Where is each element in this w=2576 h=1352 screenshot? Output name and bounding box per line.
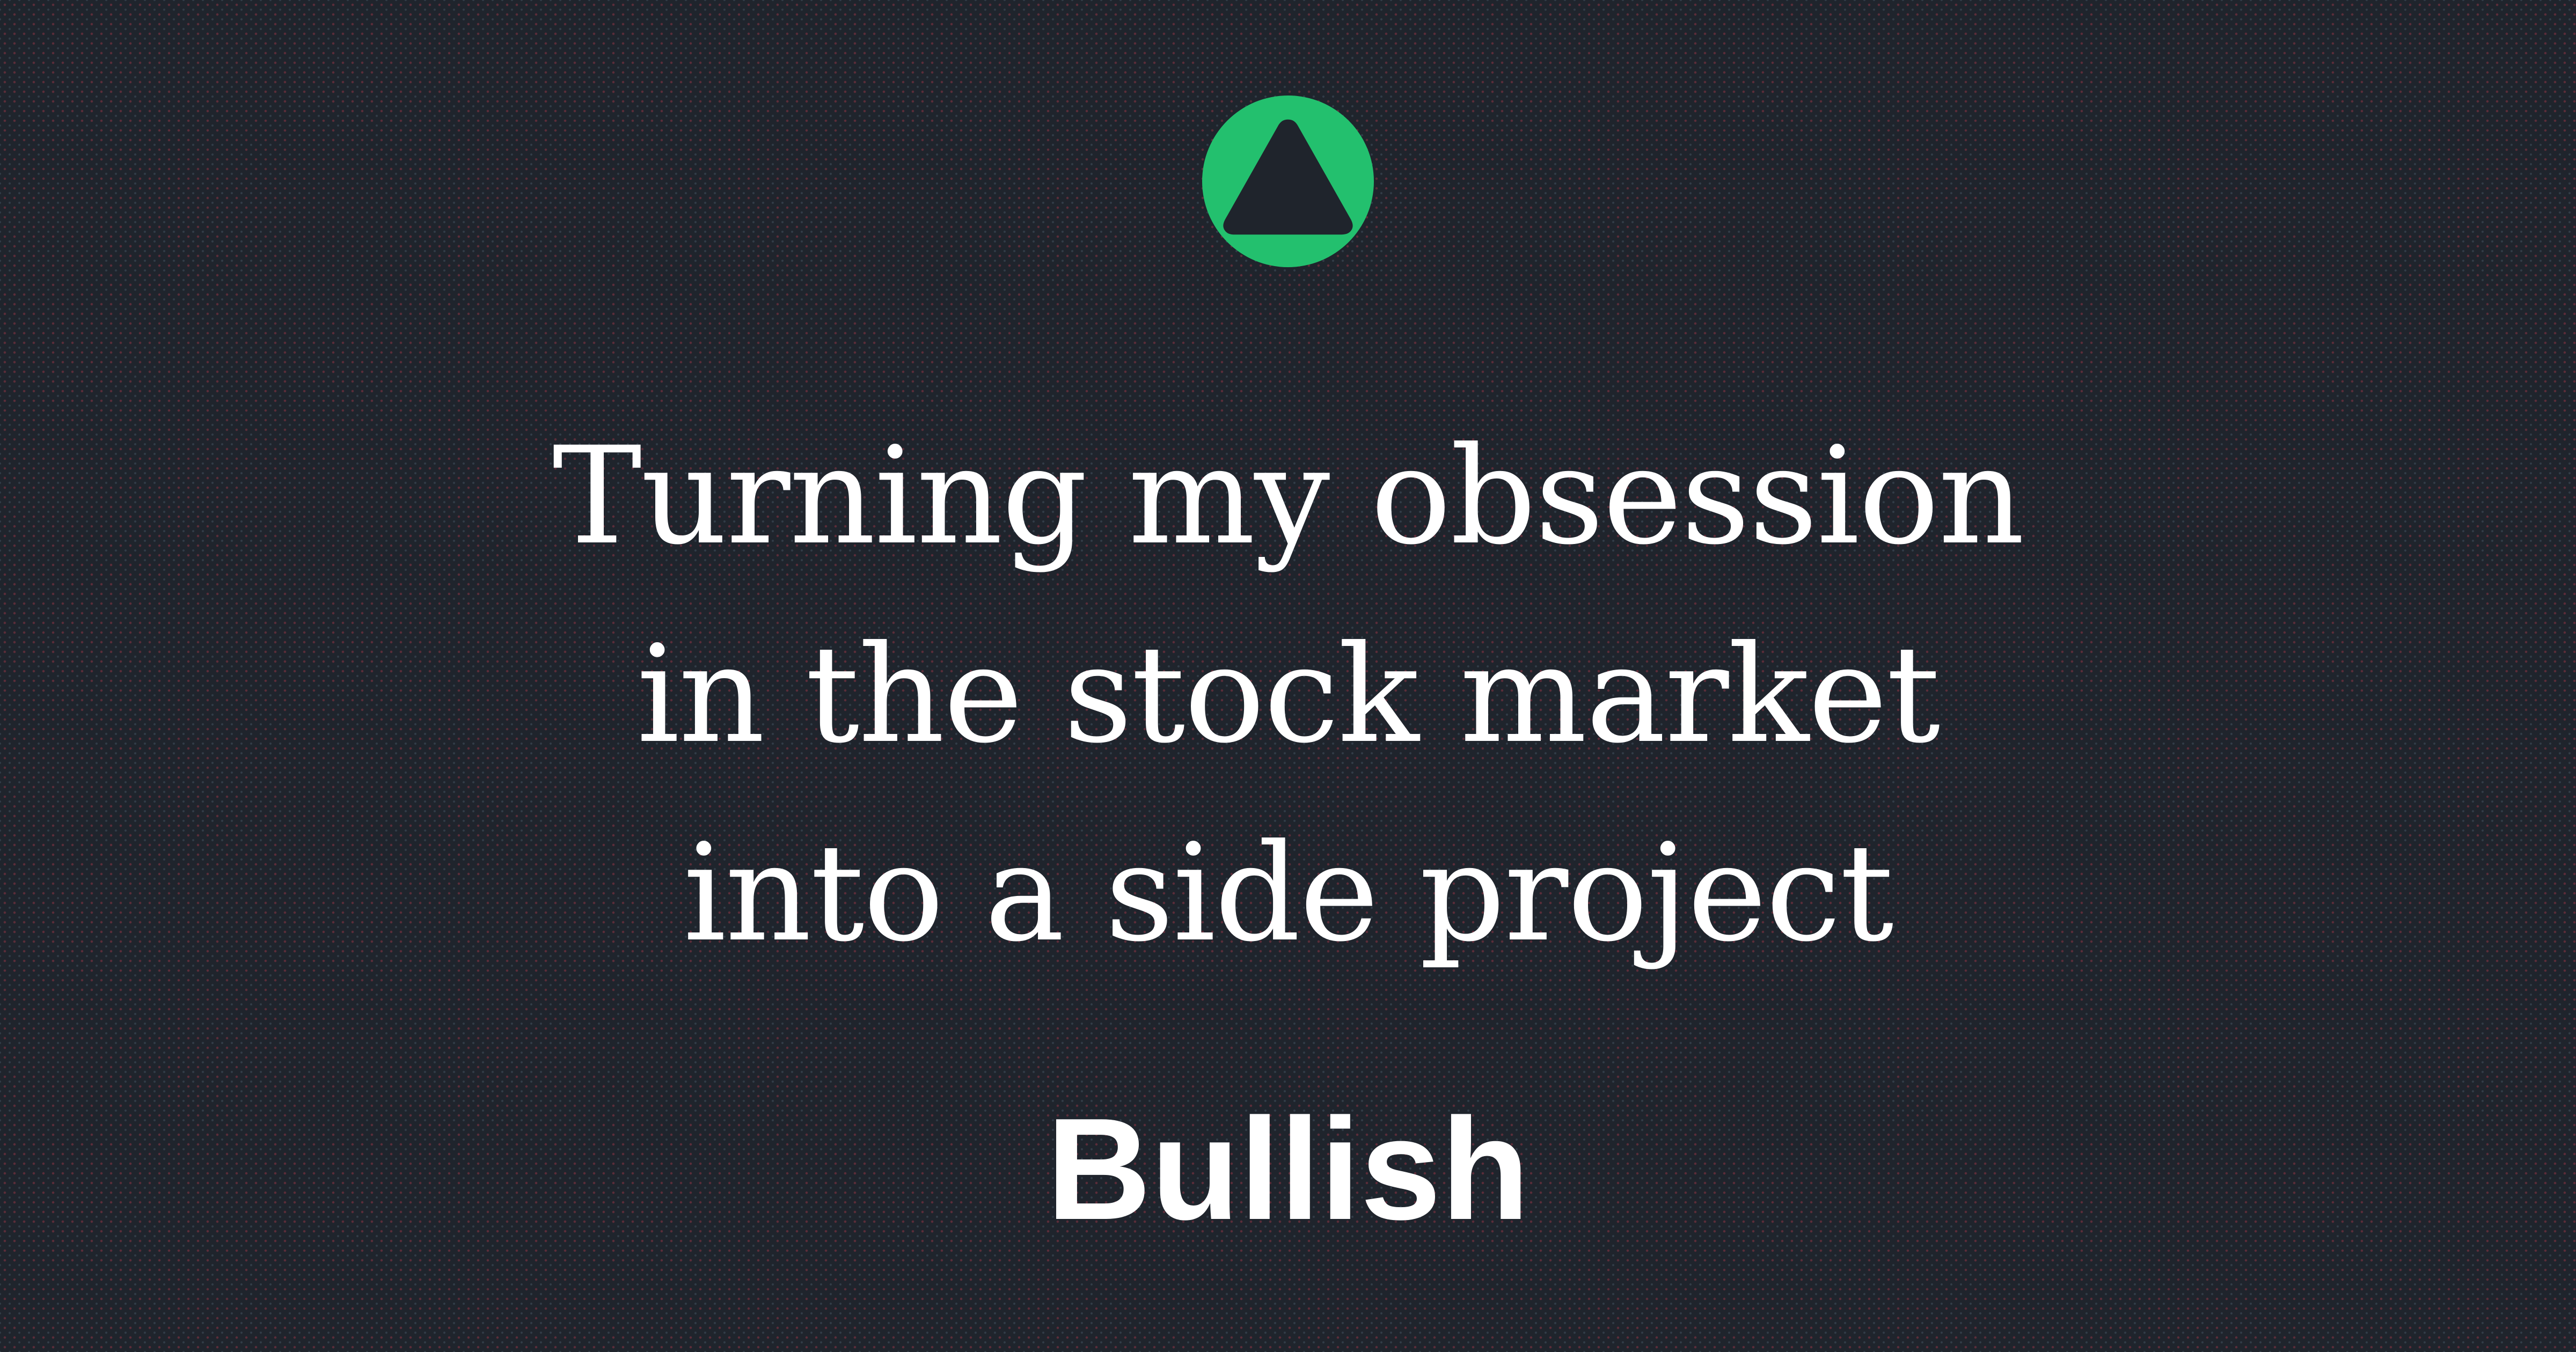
brand-name: Bullish [1046, 1089, 1530, 1250]
headline: Turning my obsession in the stock market… [0, 397, 2576, 993]
headline-line-2: in the stock market [636, 616, 1940, 773]
up-triangle-icon [1202, 95, 1374, 267]
headline-line-1: Turning my obsession [552, 418, 2024, 574]
banner: Turning my obsession in the stock market… [0, 0, 2576, 1352]
headline-line-3: into a side project [683, 815, 1894, 971]
